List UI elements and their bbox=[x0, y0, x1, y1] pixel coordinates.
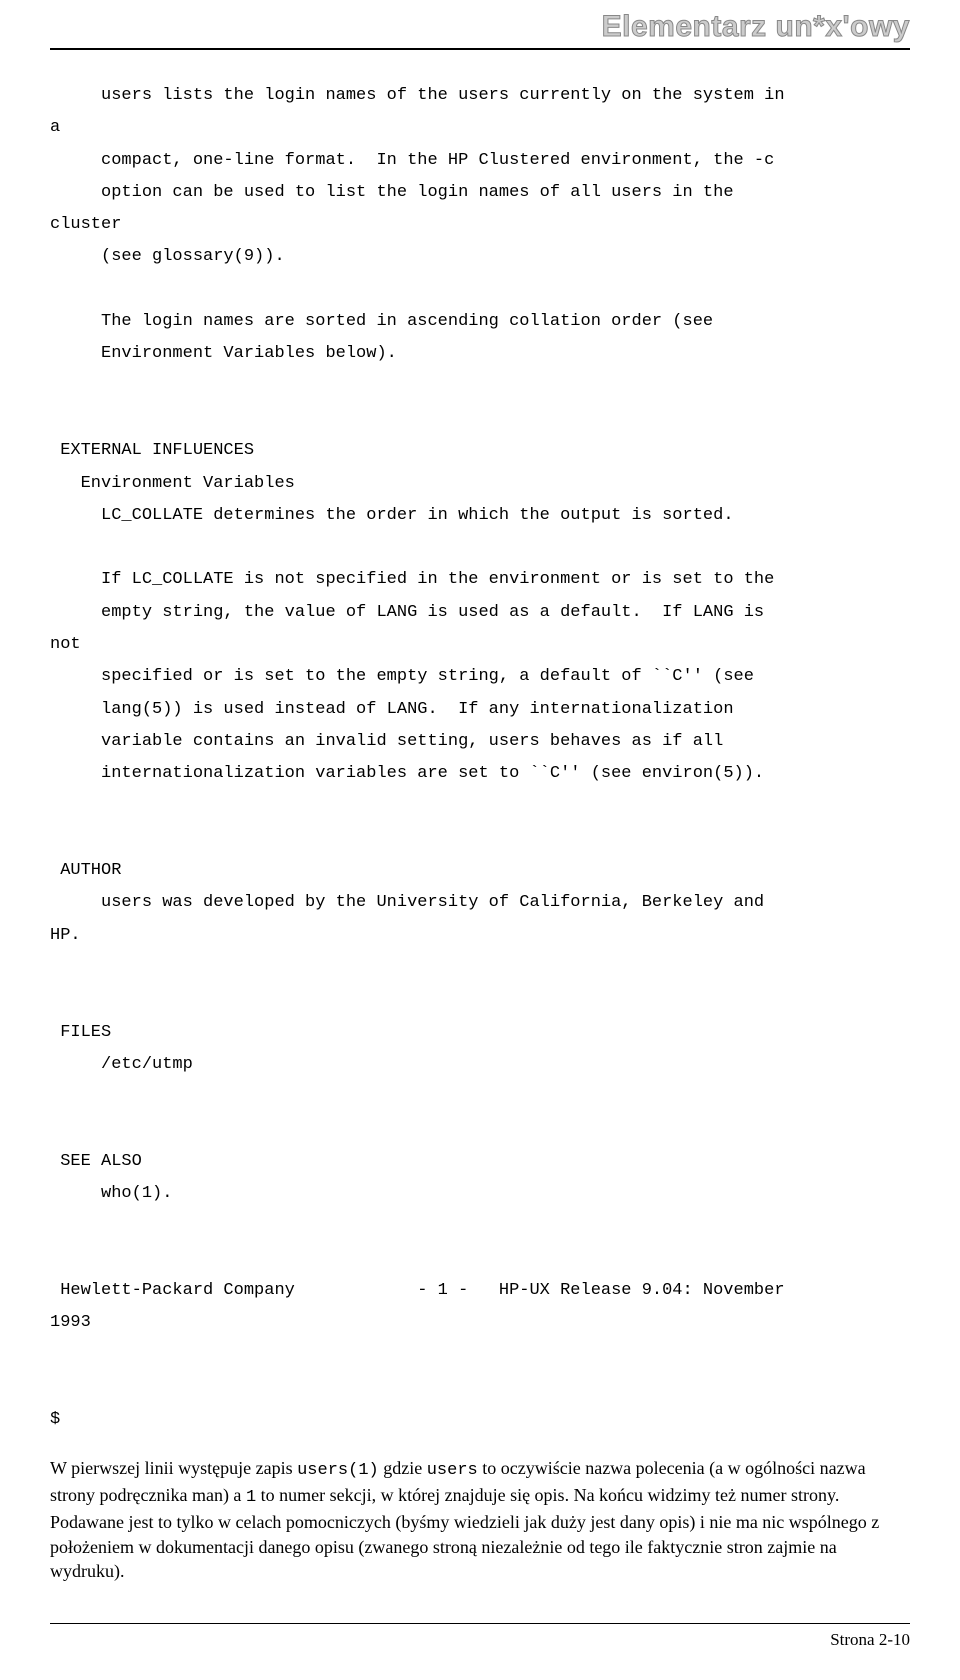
man-line: a bbox=[50, 118, 60, 137]
explanatory-paragraph: W pierwszej linii występuje zapis users(… bbox=[50, 1456, 910, 1583]
man-line: cluster bbox=[50, 215, 121, 234]
man-line: who(1). bbox=[50, 1184, 172, 1203]
man-subheading: Environment Variables bbox=[50, 474, 295, 493]
man-line: internationalization variables are set t… bbox=[50, 764, 764, 783]
document-title: Elementarz un*x'owy bbox=[602, 10, 910, 44]
inline-code: users bbox=[427, 1461, 478, 1480]
man-line: Environment Variables below). bbox=[50, 344, 397, 363]
inline-code: users(1) bbox=[297, 1461, 379, 1480]
man-section-heading: FILES bbox=[50, 1023, 111, 1042]
man-line: specified or is set to the empty string,… bbox=[50, 667, 754, 686]
man-section-heading: SEE ALSO bbox=[50, 1152, 142, 1171]
man-section-heading: AUTHOR bbox=[50, 861, 121, 880]
man-line: not bbox=[50, 635, 81, 654]
page-number: Strona 2-10 bbox=[830, 1630, 910, 1650]
man-line: If LC_COLLATE is not specified in the en… bbox=[50, 570, 774, 589]
man-line: empty string, the value of LANG is used … bbox=[50, 603, 764, 622]
inline-code: 1 bbox=[246, 1488, 256, 1507]
body-text: gdzie bbox=[379, 1458, 427, 1478]
man-line: users was developed by the University of… bbox=[50, 893, 764, 912]
man-colophon-year: 1993 bbox=[50, 1313, 91, 1332]
man-line: users lists the login names of the users… bbox=[50, 86, 785, 105]
man-line: LC_COLLATE determines the order in which… bbox=[50, 506, 734, 525]
page-footer: Strona 2-10 bbox=[50, 1623, 910, 1650]
man-line: compact, one-line format. In the HP Clus… bbox=[50, 151, 774, 170]
body-text: W pierwszej linii występuje zapis bbox=[50, 1458, 297, 1478]
man-section-heading: EXTERNAL INFLUENCES bbox=[50, 441, 254, 460]
man-line: /etc/utmp bbox=[50, 1055, 193, 1074]
shell-prompt: $ bbox=[50, 1410, 60, 1429]
man-line: option can be used to list the login nam… bbox=[50, 183, 734, 202]
man-line: lang(5)) is used instead of LANG. If any… bbox=[50, 700, 734, 719]
header-bar: Elementarz un*x'owy bbox=[50, 0, 910, 50]
man-colophon: Hewlett-Packard Company - 1 - HP-UX Rele… bbox=[50, 1281, 785, 1300]
man-line: (see glossary(9)). bbox=[50, 247, 285, 266]
man-line: HP. bbox=[50, 926, 81, 945]
manpage-block: users lists the login names of the users… bbox=[50, 80, 910, 1436]
page: Elementarz un*x'owy users lists the logi… bbox=[0, 0, 960, 1680]
man-line: The login names are sorted in ascending … bbox=[50, 312, 713, 331]
man-line: variable contains an invalid setting, us… bbox=[50, 732, 723, 751]
